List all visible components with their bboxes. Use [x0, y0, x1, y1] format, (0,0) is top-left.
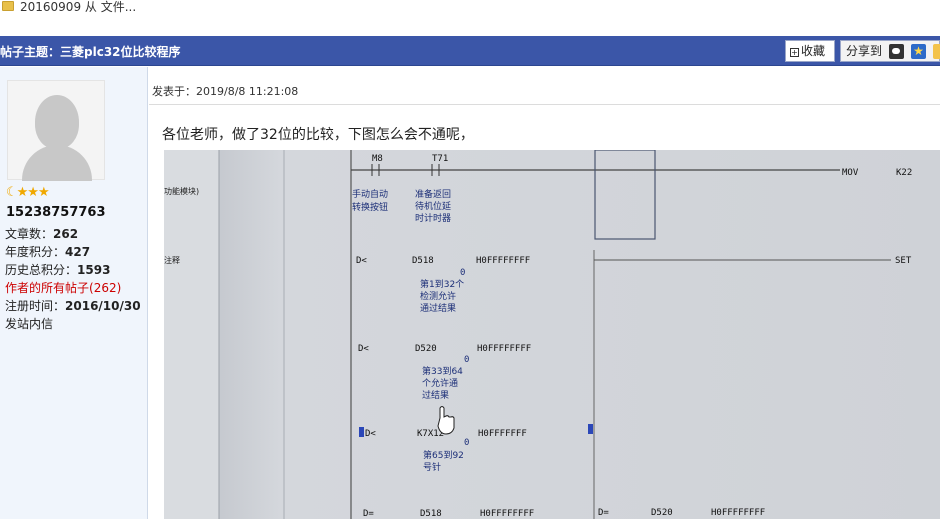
post-text: 各位老师，做了32位的比较，下图怎么会不通呢， — [162, 127, 474, 143]
side-text-2: 注释 — [164, 255, 180, 265]
mov-arg: K22 — [896, 168, 912, 178]
stat-value: 2016/10/30 — [65, 299, 141, 313]
row2-note1: 第33到64 — [422, 365, 463, 377]
stat-label: 历史总积分： — [5, 263, 78, 277]
qzone-star-icon[interactable]: ★ — [911, 44, 926, 59]
row1-note3: 通过结果 — [420, 302, 456, 314]
row3-b: H0FFFFFFF — [478, 429, 527, 439]
share-bar: 分享到 ★ — [840, 40, 940, 62]
bottom-b: H0FFFFFFFF — [480, 509, 534, 519]
note1-line1: 手动自动 — [352, 188, 388, 200]
favorite-label: 收藏 — [801, 44, 826, 58]
note2-line2: 待机位延 — [415, 200, 451, 212]
stat-register-date: 注册时间：2016/10/30 — [5, 297, 141, 314]
stat-value: 262 — [53, 227, 79, 241]
row1-zero: 0 — [460, 268, 465, 278]
more-share-icon[interactable] — [933, 44, 940, 59]
row2-note3: 过结果 — [422, 389, 449, 401]
bottom-op1: D= — [363, 509, 374, 519]
cursor-marker — [359, 427, 364, 437]
set-label: SET — [895, 256, 912, 266]
contact-t71: T71 — [432, 154, 448, 164]
side-text-1: 功能模块) — [164, 186, 199, 196]
note1-line2: 转换按钮 — [352, 201, 388, 213]
plus-icon: + — [790, 48, 799, 57]
favorite-button[interactable]: + 收藏 — [785, 40, 835, 62]
posted-time: 发表于：2019/8/8 11:21:08 — [152, 85, 299, 98]
row1-op: D< — [356, 256, 367, 266]
breadcrumb-text[interactable]: 20160909 从 文件... — [20, 0, 136, 15]
breadcrumb: 20160909 从 文件... — [0, 0, 940, 36]
stat-value: 427 — [65, 245, 91, 259]
row3-zero: 0 — [464, 438, 469, 448]
cursor-marker-right — [588, 424, 593, 434]
row1-b: H0FFFFFFFF — [476, 256, 530, 266]
post-image[interactable]: 功能模块) 注释 M8 T71 MOV K22 手动自动 转换按钮 准备返回 待… — [164, 150, 940, 519]
row1-note1: 第1到32个 — [420, 278, 464, 290]
note2-line3: 时计时器 — [415, 212, 451, 224]
stat-label: 发站内信 — [5, 317, 54, 331]
divider — [149, 104, 940, 105]
avatar-head — [35, 95, 79, 149]
bottom-c: D520 — [651, 508, 673, 518]
stat-label: 作者的所有帖子 — [5, 281, 90, 295]
bottom-d: H0FFFFFFFF — [711, 508, 765, 518]
row3-note2: 号针 — [423, 461, 441, 473]
topic-title-bar: 帖子主题：三菱plc32位比较程序 + 收藏 分享到 ★ — [0, 36, 940, 66]
bottom-op2: D= — [598, 508, 609, 518]
ladder-photo: 功能模块) 注释 M8 T71 MOV K22 手动自动 转换按钮 准备返回 待… — [164, 150, 940, 519]
avatar-body — [22, 145, 92, 181]
row2-op: D< — [358, 344, 369, 354]
topic-title: 帖子主题：三菱plc32位比较程序 — [0, 45, 181, 59]
send-message-link[interactable]: 发站内信 — [5, 315, 53, 332]
row3-note1: 第65到92 — [423, 449, 464, 461]
rank-icon: ☾★★★ — [6, 185, 50, 200]
photo-bg — [164, 150, 940, 519]
row1-note2: 检测允许 — [420, 290, 456, 302]
stat-total-points: 历史总积分：1593 — [5, 261, 110, 278]
stat-posts: 文章数：262 — [5, 225, 78, 242]
author-name[interactable]: 15238757763 — [6, 205, 106, 220]
row2-zero: 0 — [464, 355, 469, 365]
avatar[interactable] — [7, 80, 105, 181]
stat-label: 文章数： — [5, 227, 54, 241]
author-sidebar: ☾★★★ 15238757763 文章数：262 年度积分：427 历史总积分：… — [0, 67, 148, 519]
author-all-posts-link[interactable]: 作者的所有帖子(262) — [5, 279, 121, 296]
bottom-a: D518 — [420, 509, 442, 519]
folder-icon — [2, 1, 14, 11]
row2-a: D520 — [415, 344, 437, 354]
left-panel — [164, 150, 219, 519]
stat-annual-points: 年度积分：427 — [5, 243, 90, 260]
row1-a: D518 — [412, 256, 434, 266]
stat-label: 年度积分： — [5, 245, 66, 259]
share-label: 分享到 — [846, 44, 883, 58]
stat-label: 注册时间： — [5, 299, 66, 313]
stat-value: 1593 — [77, 263, 111, 277]
instr-mov: MOV — [842, 168, 859, 178]
note2-line1: 准备返回 — [415, 188, 451, 200]
wechat-icon[interactable] — [889, 44, 904, 59]
row2-note2: 个允许通 — [422, 377, 458, 389]
contact-m8: M8 — [372, 154, 383, 164]
row3-op: D< — [365, 429, 376, 439]
stat-value: (262) — [89, 281, 122, 295]
row2-b: H0FFFFFFFF — [477, 344, 531, 354]
